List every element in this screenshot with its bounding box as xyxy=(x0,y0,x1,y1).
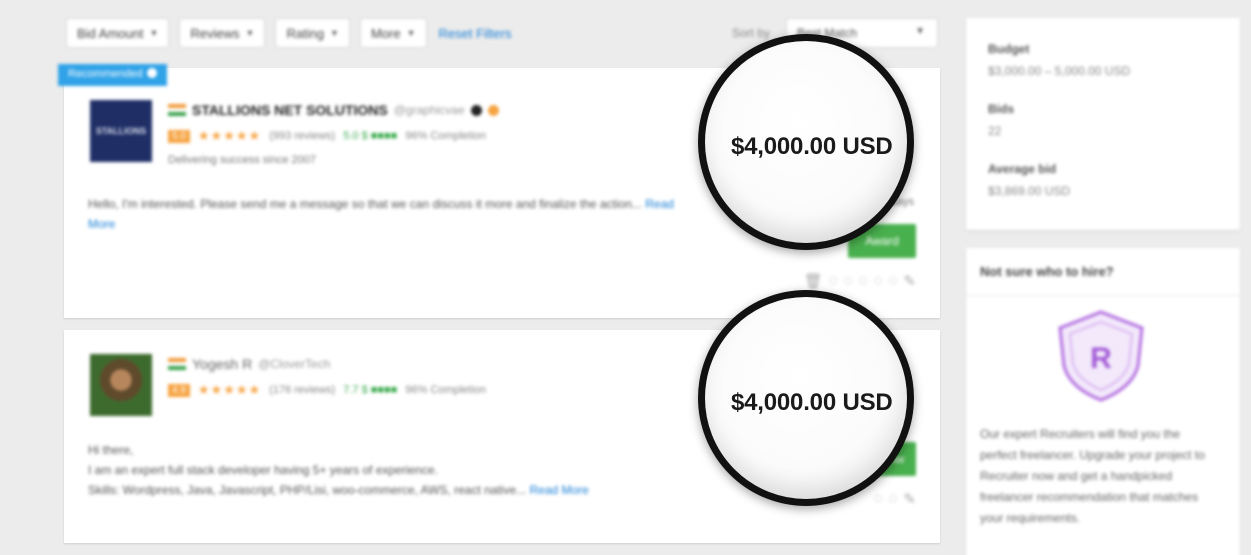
bid-amount-filter-label: Bid Amount xyxy=(77,25,144,41)
freelancer-stats: 5.0 ★★★★★ (993 reviews) 5.0 $ ■■■■ 96% C… xyxy=(168,128,486,144)
bid-amount: $4,000.00 USD xyxy=(731,133,893,160)
rating-filter-label: Rating xyxy=(286,25,325,41)
recruiter-help-panel: Not sure who to hire? R Our expert Recru… xyxy=(966,248,1240,555)
svg-text:R: R xyxy=(1090,342,1112,375)
chevron-down-icon: ▼ xyxy=(245,28,255,38)
trash-icon[interactable]: 🗑 xyxy=(804,272,823,290)
budget-value: $3,000.00 – 5,000.00 USD xyxy=(988,64,1131,78)
info-icon xyxy=(146,68,157,78)
earnings-indicator: 7.7 $ ■■■■ xyxy=(343,384,398,396)
avatar[interactable]: STALLIONS xyxy=(90,100,152,162)
help-panel-text: Our expert Recruiters will find you the … xyxy=(980,427,1205,525)
freelancer-header: Yogesh R @CloverTech xyxy=(168,356,330,372)
bid-description-line-last: Skills: Wordpress, Java, Javascript, PHP… xyxy=(88,480,688,500)
chat-icon[interactable]: ◌ xyxy=(829,272,838,290)
bid-description: Hello, I'm interested. Please send me a … xyxy=(88,194,688,234)
star-rating-icon: ★★★★★ xyxy=(197,382,262,397)
chevron-down-icon: ▼ xyxy=(915,26,925,37)
bid-description-line: I am an expert full stack developer havi… xyxy=(88,463,438,477)
magnifier-lens: $4,000.00 USD xyxy=(698,34,914,250)
chat-icon[interactable]: ◌ xyxy=(874,272,883,290)
completion-rate: 96% Completion xyxy=(405,130,487,142)
rating-filter-button[interactable]: Rating ▼ xyxy=(275,18,350,48)
chat-icon[interactable]: ◌ xyxy=(844,272,853,290)
india-flag-icon xyxy=(168,358,186,370)
bid-amount-filter-button[interactable]: Bid Amount ▼ xyxy=(66,18,170,48)
bids-value: 22 xyxy=(988,124,1002,138)
reviews-filter-button[interactable]: Reviews ▼ xyxy=(179,18,266,48)
bid-description-text: Hello, I'm interested. Please send me a … xyxy=(88,197,642,211)
earnings-indicator: 5.0 $ ■■■■ xyxy=(343,130,398,142)
more-filter-button[interactable]: More ▼ xyxy=(359,18,427,48)
freelancer-tagline: Delivering success since 2007 xyxy=(168,154,316,166)
freelancer-name[interactable]: STALLIONS NET SOLUTIONS xyxy=(192,102,388,118)
pencil-icon[interactable]: ✎ xyxy=(903,272,916,290)
more-icon[interactable]: ◌ xyxy=(889,490,898,508)
chat-icon[interactable]: ◌ xyxy=(874,490,883,508)
read-more-link[interactable]: Read More xyxy=(529,483,588,497)
chevron-down-icon: ▼ xyxy=(406,28,416,38)
bid-actions: 🗑 ◌ ◌ ◌ ◌ ◌ ✎ xyxy=(804,272,916,290)
review-count: (993 reviews) xyxy=(269,130,336,142)
bid-actions: ◌ ◌ ✎ xyxy=(874,490,916,508)
recommended-badge-label: Recommended xyxy=(68,68,143,80)
review-count: (176 reviews) xyxy=(269,384,336,396)
bid-description-line: Hi there, xyxy=(88,443,134,457)
more-icon[interactable]: ◌ xyxy=(889,272,898,290)
project-summary-panel: Budget $3,000.00 – 5,000.00 USD Bids 22 … xyxy=(966,18,1240,230)
bid-description-text: Skills: Wordpress, Java, Javascript, PHP… xyxy=(88,483,527,497)
india-flag-icon xyxy=(168,104,186,116)
chevron-down-icon: ▼ xyxy=(149,28,159,38)
sort-label: Sort by xyxy=(732,26,771,40)
filter-buttons: Bid Amount ▼ Reviews ▼ Rating ▼ More ▼ R… xyxy=(66,18,511,48)
freelancer-handle: @CloverTech xyxy=(258,357,331,371)
chat-icon[interactable]: ◌ xyxy=(859,272,868,290)
recommended-badge: Recommended xyxy=(58,64,167,86)
reset-filters-link[interactable]: Reset Filters xyxy=(439,26,512,41)
average-bid-label: Average bid xyxy=(988,162,1057,176)
avatar[interactable] xyxy=(90,354,152,416)
magnifier-lens: $4,000.00 USD xyxy=(698,290,914,506)
chevron-down-icon: ▼ xyxy=(330,28,339,38)
freelancer-handle: @graphicvae xyxy=(393,103,465,117)
bids-label: Bids xyxy=(988,102,1015,116)
avatar-logo-text: STALLIONS xyxy=(95,126,147,136)
pencil-icon[interactable]: ✎ xyxy=(903,490,916,508)
freelancer-header: STALLIONS NET SOLUTIONS @graphicvae xyxy=(168,102,499,118)
bid-description: Hi there, I am an expert full stack deve… xyxy=(88,440,688,500)
rating-score: 4.9 xyxy=(168,383,190,397)
preferred-freelancer-icon xyxy=(487,104,499,116)
shield-r-icon: R xyxy=(1058,310,1144,402)
bid-amount: $4,000.00 USD xyxy=(731,389,893,416)
verified-icon xyxy=(470,104,482,116)
completion-rate: 96% Completion xyxy=(405,384,487,396)
help-panel-title: Not sure who to hire? xyxy=(966,248,1240,296)
average-bid-value: $3,869.00 USD xyxy=(988,184,1071,198)
budget-label: Budget xyxy=(988,42,1030,56)
star-rating-icon: ★★★★★ xyxy=(197,128,262,143)
rating-score: 5.0 xyxy=(168,129,190,143)
reviews-filter-label: Reviews xyxy=(190,25,240,41)
freelancer-stats: 4.9 ★★★★★ (176 reviews) 7.7 $ ■■■■ 96% C… xyxy=(168,382,486,398)
freelancer-name[interactable]: Yogesh R xyxy=(192,356,252,372)
more-filter-label: More xyxy=(370,25,401,41)
